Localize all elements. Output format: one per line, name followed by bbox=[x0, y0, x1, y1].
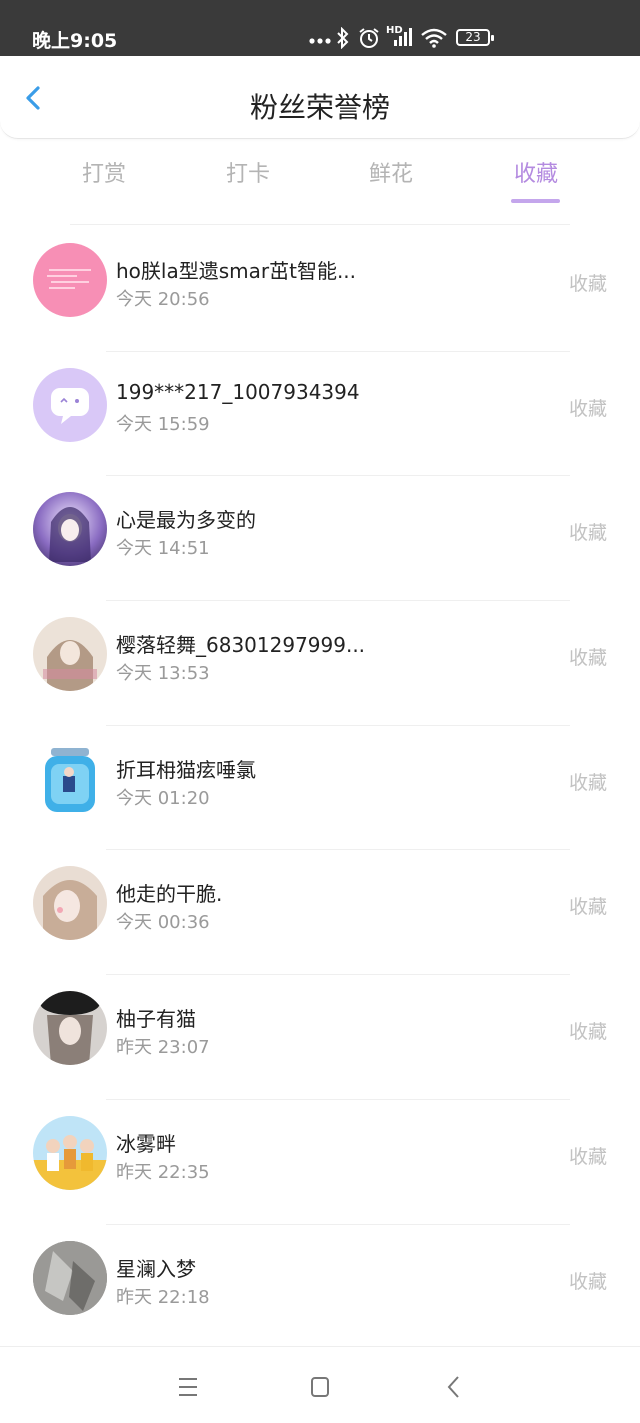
fan-list: ho朕la型遗smar茁t智能... 今天 20:56 收藏 199***217… bbox=[0, 227, 640, 1349]
favorite-label[interactable]: 收藏 bbox=[569, 269, 607, 296]
more-dots-icon bbox=[309, 38, 331, 44]
list-item[interactable]: 樱落轻舞_68301297999... 今天 13:53 收藏 bbox=[0, 601, 640, 726]
active-tab-indicator bbox=[511, 199, 560, 203]
list-item[interactable]: 折耳枏猫痃唾氯 今天 01:20 收藏 bbox=[0, 726, 640, 851]
battery-icon: 23 bbox=[456, 29, 494, 46]
status-bar: 晚上9:05 HD 23 bbox=[0, 0, 640, 56]
fan-name: 樱落轻舞_68301297999... bbox=[116, 633, 366, 658]
favorite-label[interactable]: 收藏 bbox=[569, 892, 607, 919]
fan-time: 今天 13:53 bbox=[116, 663, 210, 685]
signal-icon bbox=[394, 28, 412, 46]
fan-time: 昨天 23:07 bbox=[116, 1037, 210, 1059]
favorite-label[interactable]: 收藏 bbox=[569, 1142, 607, 1169]
alarm-icon bbox=[359, 28, 379, 48]
tab-checkin[interactable]: 打卡 bbox=[198, 156, 298, 188]
header: 粉丝荣誉榜 bbox=[0, 56, 640, 139]
favorite-label[interactable]: 收藏 bbox=[569, 768, 607, 795]
avatar bbox=[33, 991, 107, 1066]
avatar bbox=[33, 866, 107, 941]
system-nav-bar bbox=[0, 1346, 640, 1423]
menu-icon[interactable] bbox=[168, 1369, 208, 1405]
avatar bbox=[33, 617, 107, 692]
avatar bbox=[33, 492, 107, 567]
fan-name: 他走的干脆. bbox=[116, 882, 223, 907]
fan-name: 柚子有猫 bbox=[116, 1007, 196, 1032]
avatar bbox=[33, 741, 107, 816]
page-title: 粉丝荣誉榜 bbox=[249, 91, 390, 124]
status-time: 晚上9:05 bbox=[32, 30, 118, 52]
fan-time: 今天 01:20 bbox=[116, 787, 210, 809]
list-item[interactable]: 他走的干脆. 今天 00:36 收藏 bbox=[0, 850, 640, 976]
tab-flowers[interactable]: 鲜花 bbox=[341, 156, 441, 188]
tab-reward[interactable]: 打赏 bbox=[54, 156, 154, 188]
wifi-icon bbox=[421, 28, 447, 48]
list-item[interactable]: 199***217_1007934394 今天 15:59 收藏 bbox=[0, 352, 640, 477]
list-item[interactable]: ho朕la型遗smar茁t智能... 今天 20:56 收藏 bbox=[0, 227, 640, 352]
fan-time: 今天 20:56 bbox=[116, 289, 210, 310]
fan-time: 昨天 22:35 bbox=[116, 1161, 210, 1183]
home-square-icon[interactable] bbox=[300, 1369, 340, 1405]
avatar bbox=[33, 1115, 107, 1190]
tabs-divider bbox=[70, 224, 570, 225]
avatar bbox=[33, 1240, 107, 1315]
list-item[interactable]: 心是最为多变的 今天 14:51 收藏 bbox=[0, 476, 640, 602]
fan-name: 心是最为多变的 bbox=[116, 508, 256, 533]
list-item[interactable]: 柚子有猫 昨天 23:07 收藏 bbox=[0, 975, 640, 1100]
tab-favorites[interactable]: 收藏 bbox=[486, 156, 586, 188]
avatar bbox=[33, 367, 107, 442]
fan-name: 199***217_1007934394 bbox=[116, 379, 360, 404]
fan-name: ho朕la型遗smar茁t智能... bbox=[116, 259, 357, 283]
back-chevron-icon[interactable] bbox=[434, 1369, 474, 1405]
favorite-label[interactable]: 收藏 bbox=[569, 394, 607, 421]
bluetooth-icon bbox=[337, 27, 349, 49]
fan-name: 折耳枏猫痃唾氯 bbox=[116, 757, 256, 782]
favorite-label[interactable]: 收藏 bbox=[569, 518, 607, 545]
fan-name: 星澜入梦 bbox=[116, 1256, 196, 1281]
list-item[interactable]: 冰雾畔 昨天 22:35 收藏 bbox=[0, 1100, 640, 1225]
fan-name: 冰雾畔 bbox=[116, 1131, 176, 1156]
avatar bbox=[33, 243, 107, 317]
fan-time: 今天 15:59 bbox=[116, 413, 210, 435]
fan-time: 今天 14:51 bbox=[116, 538, 210, 560]
fan-time: 今天 00:36 bbox=[116, 912, 210, 934]
list-item[interactable]: 星澜入梦 昨天 22:18 收藏 bbox=[0, 1225, 640, 1350]
favorite-label[interactable]: 收藏 bbox=[569, 1017, 607, 1044]
favorite-label[interactable]: 收藏 bbox=[569, 643, 607, 670]
favorite-label[interactable]: 收藏 bbox=[569, 1267, 607, 1294]
fan-time: 昨天 22:18 bbox=[116, 1286, 210, 1308]
